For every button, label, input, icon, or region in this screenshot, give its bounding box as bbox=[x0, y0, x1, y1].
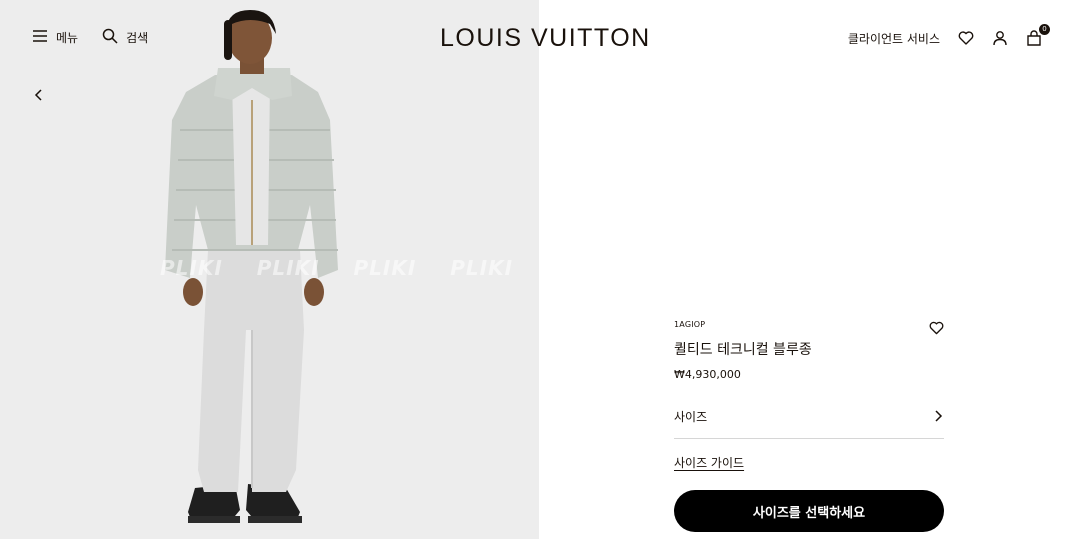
hamburger-icon bbox=[32, 29, 48, 46]
brand-logo[interactable]: LOUIS VUITTON bbox=[440, 24, 649, 53]
cart-button[interactable]: 0 bbox=[1024, 24, 1050, 48]
size-guide-link[interactable]: 사이즈 가이드 bbox=[674, 454, 744, 471]
product-price: ₩4,930,000 bbox=[674, 368, 741, 381]
user-icon bbox=[993, 31, 1007, 46]
search-icon bbox=[102, 28, 118, 47]
heart-icon bbox=[929, 321, 944, 335]
chevron-right-icon bbox=[935, 410, 943, 422]
add-to-wishlist-button[interactable] bbox=[929, 320, 944, 339]
product-sku: 1AGIOP bbox=[674, 320, 706, 329]
product-info-panel: 1AGIOP 퀼티드 테크니컬 블루종 ₩4,930,000 사이즈 사이즈 가… bbox=[674, 320, 944, 532]
heart-icon bbox=[958, 31, 974, 45]
watermark-text: PLIKI PLIKI PLIKI PLIKI PLI bbox=[160, 256, 539, 280]
size-selector[interactable]: 사이즈 bbox=[674, 402, 944, 439]
back-button[interactable] bbox=[30, 86, 48, 104]
search-button[interactable]: 검색 bbox=[102, 28, 148, 47]
chevron-left-icon bbox=[34, 89, 42, 101]
select-size-button[interactable]: 사이즈를 선택하세요 bbox=[674, 490, 944, 532]
product-image: PLIKI PLIKI PLIKI PLIKI PLI bbox=[0, 0, 539, 539]
size-label: 사이즈 bbox=[674, 409, 708, 424]
menu-label: 메뉴 bbox=[56, 31, 79, 45]
client-service-link[interactable]: 클라이언트 서비스 bbox=[848, 30, 940, 47]
account-button[interactable] bbox=[990, 28, 1010, 48]
header-right: 클라이언트 서비스 0 bbox=[848, 24, 1050, 48]
product-name: 퀼티드 테크니컬 블루종 bbox=[674, 342, 812, 358]
wishlist-button[interactable] bbox=[956, 28, 976, 48]
menu-button[interactable]: 메뉴 bbox=[32, 29, 78, 46]
search-label: 검색 bbox=[126, 31, 149, 45]
header-left: 메뉴 검색 bbox=[32, 28, 148, 47]
cart-count-badge: 0 bbox=[1039, 24, 1050, 35]
